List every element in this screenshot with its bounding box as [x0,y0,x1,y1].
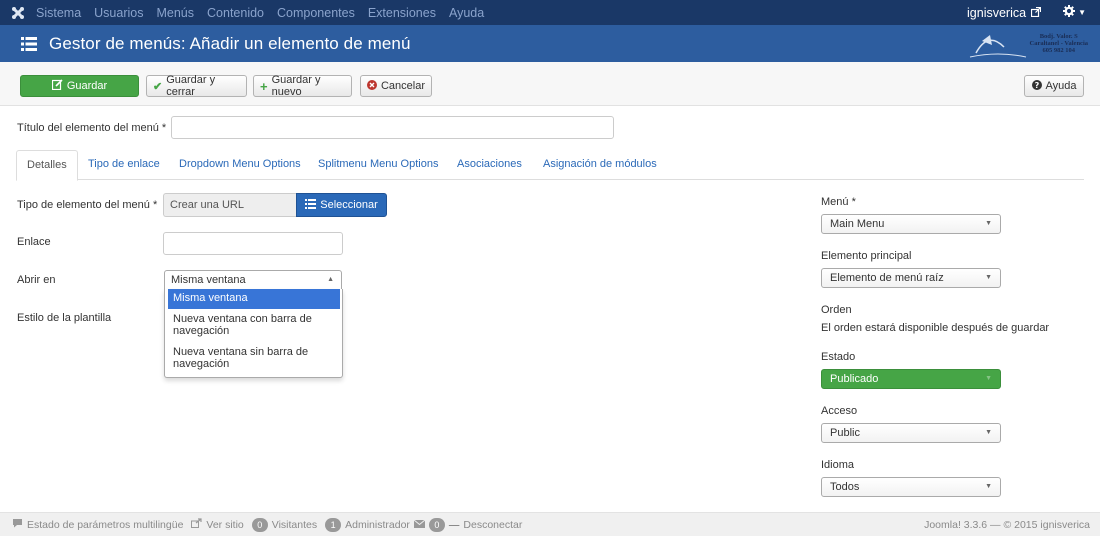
tab-tipo-enlace[interactable]: Tipo de enlace [88,150,160,180]
tab-splitmenu-menu-options[interactable]: Splitmenu Menu Options [318,150,438,180]
help-icon: ? [1031,79,1042,93]
nav-item-ayuda[interactable]: Ayuda [449,6,484,20]
svg-text:?: ? [1034,81,1039,90]
checkmark-icon: ✔ [153,80,163,93]
option-nueva-ventana-con-barra[interactable]: Nueva ventana con barra de navegación [168,313,340,337]
access-select[interactable]: Public ▼ [821,423,1001,443]
nav-item-menus[interactable]: Menús [156,6,194,20]
nav-item-sistema[interactable]: Sistema [36,6,81,20]
tab-detalles[interactable]: Detalles [16,150,78,181]
menu-item-type-label: Tipo de elemento del menú * [17,199,158,211]
version-text: Joomla! 3.3.6 — © 2015 ignisverica [924,518,1090,531]
template-style-label: Estilo de la plantilla [17,312,112,324]
open-in-select[interactable]: Misma ventana ▲ [164,270,342,290]
page-header: Gestor de menús: Añadir un elemento de m… [0,25,1100,62]
nav-item-extensiones[interactable]: Extensiones [368,6,436,20]
nav-item-contenido[interactable]: Contenido [207,6,264,20]
visitors-badge: 0 [251,517,268,532]
joomla-logo-icon[interactable] [0,0,36,25]
language-select[interactable]: Todos ▼ [821,477,1001,497]
link-input[interactable] [163,232,343,255]
cancel-icon [366,79,377,93]
caret-down-icon: ▼ [985,375,992,382]
language-label: Idioma [821,459,855,471]
tab-bar: Detalles Tipo de enlace Dropdown Menu Op… [16,150,1084,181]
select-type-button[interactable]: Seleccionar [296,193,387,217]
tab-asociaciones[interactable]: Asociaciones [457,150,522,180]
admin-badge: 1 [325,517,342,532]
view-site-link[interactable]: Ver sitio [206,519,243,531]
open-in-label: Abrir en [17,274,56,286]
access-label: Acceso [821,405,858,417]
cancel-button[interactable]: Cancelar [360,75,432,97]
menu-label: Menú * [821,196,856,208]
option-misma-ventana[interactable]: Misma ventana [168,289,340,309]
save-new-button[interactable]: + Guardar y nuevo [253,74,352,98]
multilingual-status-link[interactable]: Estado de parámetros multilingüe [27,519,183,531]
caret-down-icon: ▼ [1078,8,1086,17]
option-nueva-ventana-sin-barra[interactable]: Nueva ventana sin barra de navegación [168,346,340,370]
user-site-link[interactable]: ignisverica [967,5,1042,20]
order-label: Orden [821,304,852,316]
brand-text: Bodj. Valor. S Caraltanel - Valencia 605… [1029,33,1089,54]
page-title: Gestor de menús: Añadir un elemento de m… [49,33,411,53]
messages-badge[interactable]: 0 [428,517,445,532]
admin-text: Administrador [345,518,410,531]
caret-down-icon: ▼ [985,483,992,490]
open-in-dropdown-list: Misma ventana Nueva ventana con barra de… [164,289,343,378]
status-footer: Estado de parámetros multilingüe Ver sit… [0,512,1100,536]
external-link-icon [1030,6,1042,20]
title-label: Título del elemento del menú * [17,122,167,134]
plus-icon: + [260,78,268,94]
edit-icon [51,79,63,93]
save-close-button[interactable]: ✔ Guardar y cerrar [146,74,247,98]
save-button[interactable]: Guardar [20,75,139,97]
gear-icon [1063,5,1076,20]
title-input[interactable] [171,116,614,139]
nav-item-usuarios[interactable]: Usuarios [94,6,143,20]
share-icon [191,518,203,531]
list-icon [305,198,317,212]
status-label: Estado [821,351,856,363]
order-info-text: El orden estará disponible después de gu… [821,322,1050,334]
envelope-icon [413,519,426,531]
user-name: ignisverica [967,5,1027,20]
top-navbar: Sistema Usuarios Menús Contenido Compone… [0,0,1100,25]
toolbar: Guardar ✔ Guardar y cerrar + Guardar y n… [0,62,1100,106]
caret-down-icon: ▼ [985,220,992,227]
caret-down-icon: ▼ [985,429,992,436]
menu-select[interactable]: Main Menu ▼ [821,214,1001,234]
comment-icon [12,518,23,531]
menu-item-type-field: Crear una URL [163,193,297,217]
logout-link[interactable]: Desconectar [463,519,522,531]
tab-asignacion-modulos[interactable]: Asignación de módulos [543,150,657,180]
link-label: Enlace [17,236,51,248]
minus-icon: — [448,518,460,531]
site-brand-logo: Bodj. Valor. S Caraltanel - Valencia 605… [968,27,1088,61]
list-icon [21,36,37,51]
visitors-text: Visitantes [271,518,318,531]
parent-item-select[interactable]: Elemento de menú raíz ▼ [821,268,1001,288]
nav-item-componentes[interactable]: Componentes [277,6,355,20]
status-select[interactable]: Publicado ▼ [821,369,1001,389]
caret-up-icon: ▲ [327,276,334,283]
help-button[interactable]: ? Ayuda [1024,75,1084,97]
settings-dropdown[interactable]: ▼ [1063,5,1086,20]
caret-down-icon: ▼ [985,274,992,281]
parent-item-label: Elemento principal [821,250,912,262]
tab-dropdown-menu-options[interactable]: Dropdown Menu Options [179,150,301,180]
